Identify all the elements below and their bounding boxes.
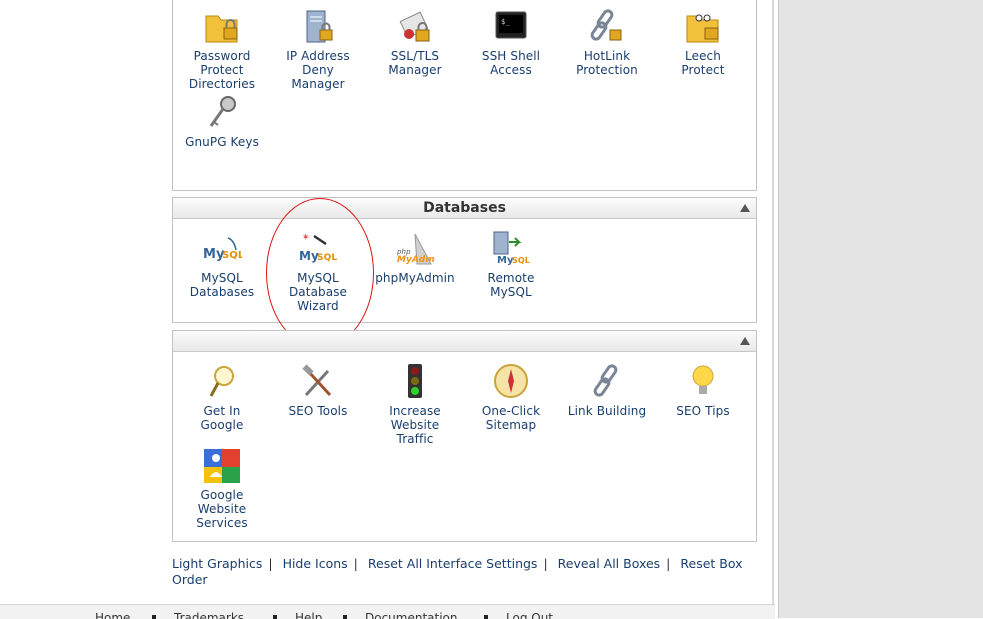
footer-separator: | bbox=[543, 556, 548, 571]
bottom-nav-bar: Home Trademarks Help Documentation Log O… bbox=[0, 604, 775, 619]
security-panel: Password Protect Directories IP Address … bbox=[172, 0, 757, 191]
lightbulb-icon bbox=[692, 365, 714, 394]
magnifier-icon bbox=[209, 366, 234, 397]
svg-text:SQL: SQL bbox=[317, 253, 337, 263]
increase-website-traffic-item[interactable]: Increase Website Traffic bbox=[367, 363, 463, 446]
right-gutter bbox=[778, 0, 983, 618]
seo-tips-item[interactable]: SEO Tips bbox=[655, 363, 751, 418]
reset-all-interface-settings-link[interactable]: Reset All Interface Settings bbox=[368, 556, 538, 571]
keys-icon bbox=[209, 96, 236, 127]
mysql-database-wizard-item[interactable]: ✶ My SQL MySQL Database Wizard bbox=[270, 230, 366, 313]
nav-separator-icon bbox=[484, 615, 488, 619]
footer-links: Light Graphics | Hide Icons | Reset All … bbox=[172, 556, 757, 588]
svg-text:MyAdmin: MyAdmin bbox=[397, 255, 435, 265]
seo-panel: Get In Google SEO Tools Increase Website… bbox=[172, 330, 757, 542]
link-building-item[interactable]: Link Building bbox=[559, 363, 655, 418]
collapse-arrow-icon[interactable] bbox=[740, 204, 750, 212]
phpmyadmin-icon: php MyAdmin bbox=[396, 233, 435, 265]
footer-separator: | bbox=[666, 556, 671, 571]
tools-icon bbox=[302, 364, 332, 397]
svg-text:SQL: SQL bbox=[512, 256, 530, 265]
svg-text:SQL: SQL bbox=[222, 250, 242, 261]
password-protect-directories-item[interactable]: Password Protect Directories bbox=[174, 8, 270, 91]
ssl-tls-manager-item[interactable]: SSL/TLS Manager bbox=[367, 8, 463, 77]
footer-separator: | bbox=[353, 556, 358, 571]
panel-title: Databases bbox=[423, 200, 506, 216]
nav-separator-icon bbox=[273, 615, 277, 619]
ip-address-deny-manager-item[interactable]: IP Address Deny Manager bbox=[270, 8, 366, 91]
ssh-shell-access-item[interactable]: $_ SSH Shell Access bbox=[463, 8, 559, 77]
hotlink-protection-item[interactable]: HotLink Protection bbox=[559, 8, 655, 77]
folder-lock-icon bbox=[686, 14, 719, 43]
remote-mysql-icon: My SQL bbox=[493, 231, 530, 266]
mysql-icon: My SQL bbox=[203, 237, 242, 262]
compass-icon bbox=[494, 364, 528, 398]
gnupg-keys-item[interactable]: GnuPG Keys bbox=[174, 94, 270, 149]
terminal-icon: $_ bbox=[495, 11, 527, 39]
hide-icons-link[interactable]: Hide Icons bbox=[283, 556, 348, 571]
reveal-all-boxes-link[interactable]: Reveal All Boxes bbox=[558, 556, 661, 571]
mysql-databases-item[interactable]: My SQL MySQL Databases bbox=[174, 230, 270, 299]
page-edge-line bbox=[772, 0, 774, 618]
collapse-arrow-icon[interactable] bbox=[740, 337, 750, 345]
nav-separator-icon bbox=[343, 615, 347, 619]
nav-separator-icon bbox=[152, 615, 156, 619]
databases-panel-header[interactable]: Databases bbox=[173, 198, 756, 219]
databases-panel: Databases My SQL MySQL Databases ✶ My SQ… bbox=[172, 197, 757, 323]
svg-text:✶: ✶ bbox=[302, 233, 310, 243]
one-click-sitemap-item[interactable]: One-Click Sitemap bbox=[463, 363, 559, 432]
get-in-google-item[interactable]: Get In Google bbox=[174, 363, 270, 432]
google-icon bbox=[204, 449, 240, 483]
seo-panel-header[interactable] bbox=[173, 331, 756, 352]
remote-mysql-item[interactable]: My SQL Remote MySQL bbox=[463, 230, 559, 299]
leech-protect-item[interactable]: Leech Protect bbox=[655, 8, 751, 77]
svg-text:$_: $_ bbox=[501, 18, 510, 26]
seo-tools-item[interactable]: SEO Tools bbox=[270, 363, 366, 418]
folder-lock-icon bbox=[205, 15, 238, 43]
chain-lock-icon bbox=[590, 9, 622, 41]
server-lock-icon bbox=[306, 10, 333, 43]
chain-icon bbox=[593, 364, 618, 397]
mysql-wizard-icon: ✶ My SQL bbox=[299, 233, 337, 263]
traffic-light-icon bbox=[408, 364, 422, 398]
google-website-services-item[interactable]: Google Website Services bbox=[174, 447, 270, 530]
certificate-lock-icon bbox=[399, 11, 430, 42]
light-graphics-link[interactable]: Light Graphics bbox=[172, 556, 262, 571]
footer-separator: | bbox=[268, 556, 273, 571]
phpmyadmin-item[interactable]: php MyAdmin phpMyAdmin bbox=[367, 230, 463, 285]
